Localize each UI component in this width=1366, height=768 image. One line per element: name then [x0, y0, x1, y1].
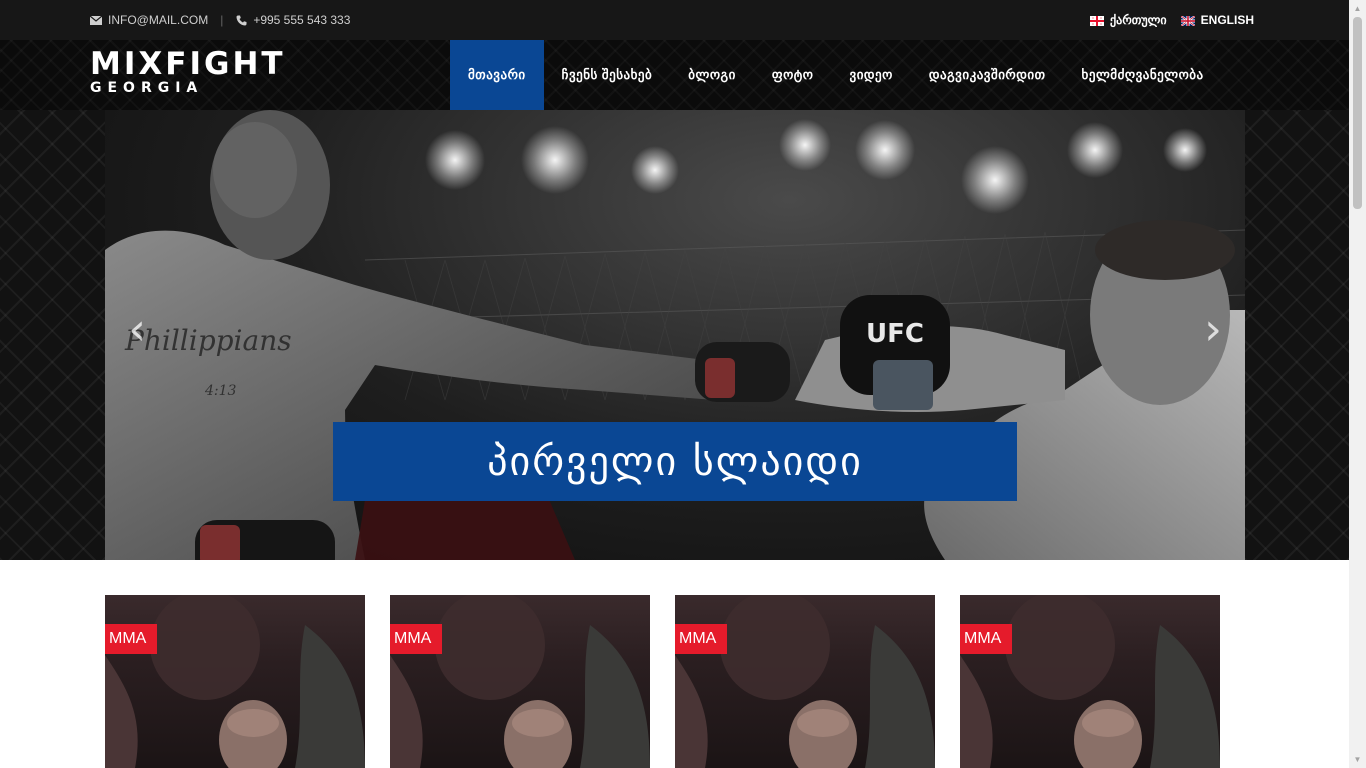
site-header: MIXFIGHT GEORGIA მთავარი ჩვენს შესახებ ბ… — [0, 40, 1349, 110]
post-card-3[interactable]: MMA — [675, 595, 935, 768]
svg-text:4:13: 4:13 — [204, 383, 237, 399]
glove-ufc-text: UFC — [866, 319, 924, 349]
post-card-4[interactable]: MMA — [960, 595, 1220, 768]
top-contact-bar: INFO@MAIL.COM | +995 555 543 333 ქართული… — [0, 0, 1349, 40]
nav-item-about[interactable]: ჩვენს შესახებ — [544, 40, 671, 110]
lang-georgian[interactable]: ქართული — [1089, 13, 1167, 27]
post-tag-1[interactable]: MMA — [105, 624, 158, 661]
post-tag-4[interactable]: MMA — [960, 624, 1013, 661]
page: INFO@MAIL.COM | +995 555 543 333 ქართული… — [0, 0, 1366, 768]
main-nav: მთავარი ჩვენს შესახებ ბლოგი ფოტო ვიდეო დ… — [450, 40, 1222, 110]
post-tag-3[interactable]: MMA — [675, 624, 728, 661]
nav-item-video[interactable]: ვიდეო — [832, 40, 911, 110]
email-link[interactable]: INFO@MAIL.COM — [108, 13, 208, 27]
slider-prev-arrow-icon[interactable]: ‹ — [122, 308, 152, 352]
georgia-flag-icon — [1089, 15, 1104, 26]
logo-line-1: MIXFIGHT — [90, 46, 286, 82]
post-card-1[interactable]: MMA — [105, 595, 365, 768]
phone-link[interactable]: +995 555 543 333 — [253, 13, 350, 27]
slide-caption: პირველი სლაიდი — [333, 422, 1017, 501]
post-image-3 — [675, 595, 935, 768]
nav-item-management[interactable]: ხელმძღვანელობა — [1064, 40, 1222, 110]
nav-item-contact[interactable]: დაგვიკავშირდით — [911, 40, 1064, 110]
post-card-2[interactable]: MMA — [390, 595, 650, 768]
post-cards: MMA MMA MMA MMA — [105, 595, 1245, 768]
logo-line-2: GEORGIA — [90, 80, 204, 96]
contact-info: INFO@MAIL.COM | +995 555 543 333 — [90, 0, 350, 40]
post-image-2 — [390, 595, 650, 768]
lang-georgian-label: ქართული — [1109, 13, 1167, 27]
site-logo[interactable]: MIXFIGHT GEORGIA — [90, 48, 286, 96]
uk-flag-icon — [1180, 15, 1196, 27]
post-image-4 — [960, 595, 1220, 768]
scroll-down-icon[interactable]: ▼ — [1349, 751, 1366, 768]
nav-item-home[interactable]: მთავარი — [450, 40, 544, 110]
phone-icon — [235, 14, 247, 26]
envelope-icon — [90, 14, 102, 26]
scroll-up-icon[interactable]: ▲ — [1349, 0, 1366, 17]
contact-separator: | — [220, 13, 224, 27]
scrollbar-thumb[interactable] — [1353, 17, 1362, 209]
nav-item-photo[interactable]: ფოტო — [754, 40, 832, 110]
post-tag-2[interactable]: MMA — [390, 624, 443, 661]
nav-item-blog[interactable]: ბლოგი — [670, 40, 754, 110]
page-scrollbar[interactable]: ▲ ▼ — [1349, 0, 1366, 768]
lang-english-label: ENGLISH — [1200, 13, 1254, 27]
slider-next-arrow-icon[interactable]: › — [1198, 308, 1228, 352]
post-image-1 — [105, 595, 365, 768]
lang-english[interactable]: ENGLISH — [1180, 13, 1254, 27]
language-switcher: ქართული ENGLISH — [1089, 0, 1254, 40]
